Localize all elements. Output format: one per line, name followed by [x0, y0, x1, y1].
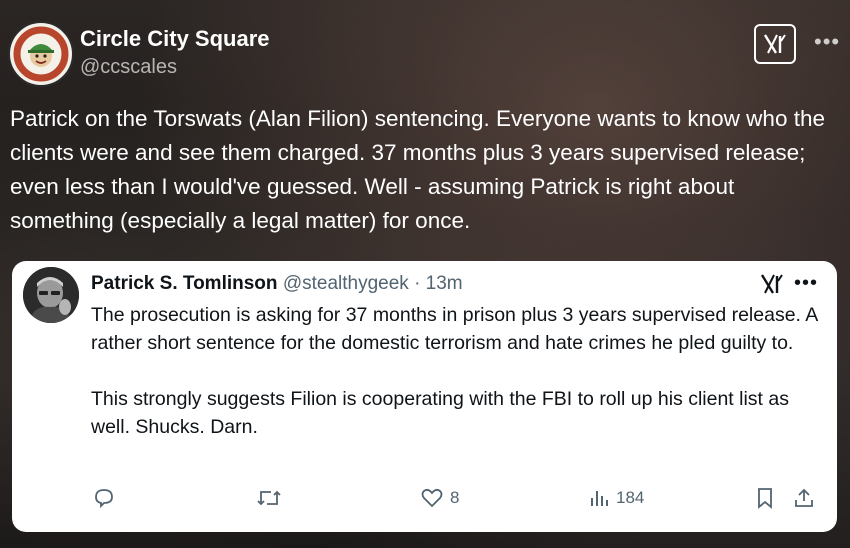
like-icon [421, 488, 443, 508]
post-header: Circle City Square @ccscales ••• [8, 16, 842, 87]
quoted-separator: · [414, 273, 421, 294]
x-logo-icon[interactable] [754, 24, 796, 64]
quoted-author-avatar[interactable] [23, 267, 79, 323]
share-icon [795, 488, 813, 507]
quoted-author-handle[interactable]: @stealthygeek [283, 273, 409, 294]
reply-button[interactable] [92, 487, 116, 509]
quoted-body: The prosecution is asking for 37 months … [91, 301, 826, 469]
view-count: 184 [616, 488, 645, 507]
x-logo-icon[interactable] [760, 273, 784, 300]
share-button[interactable] [793, 487, 815, 509]
quoted-paragraph: The prosecution is asking for 37 months … [91, 304, 818, 354]
post-text: Patrick on the Torswats (Alan Filion) se… [10, 106, 825, 233]
quoted-header: Patrick S. Tomlinson @stealthygeek · 13m [91, 273, 463, 295]
bookmark-icon [758, 488, 772, 509]
like-count: 8 [450, 488, 460, 507]
friends-of-sluggo-logo [12, 25, 70, 83]
bookmark-button[interactable] [755, 487, 775, 509]
account-display-name[interactable]: Circle City Square [80, 26, 270, 52]
account-handle[interactable]: @ccscales [80, 56, 177, 79]
quoted-paragraph: This strongly suggests Filion is coopera… [91, 388, 789, 438]
more-icon[interactable]: ••• [814, 29, 840, 55]
account-avatar[interactable] [8, 21, 74, 87]
quoted-author-name[interactable]: Patrick S. Tomlinson [91, 273, 278, 294]
retweet-icon [257, 490, 281, 506]
views-button[interactable]: 184 [588, 487, 644, 509]
quoted-post-card[interactable]: Patrick S. Tomlinson @stealthygeek · 13m… [12, 261, 837, 532]
action-bar: 8 184 [12, 485, 837, 515]
reply-icon [95, 489, 113, 509]
retweet-button[interactable] [256, 487, 282, 509]
like-button[interactable]: 8 [420, 487, 459, 509]
more-icon[interactable]: ••• [794, 272, 818, 295]
quoted-time[interactable]: 13m [426, 273, 463, 294]
views-icon [591, 491, 608, 506]
